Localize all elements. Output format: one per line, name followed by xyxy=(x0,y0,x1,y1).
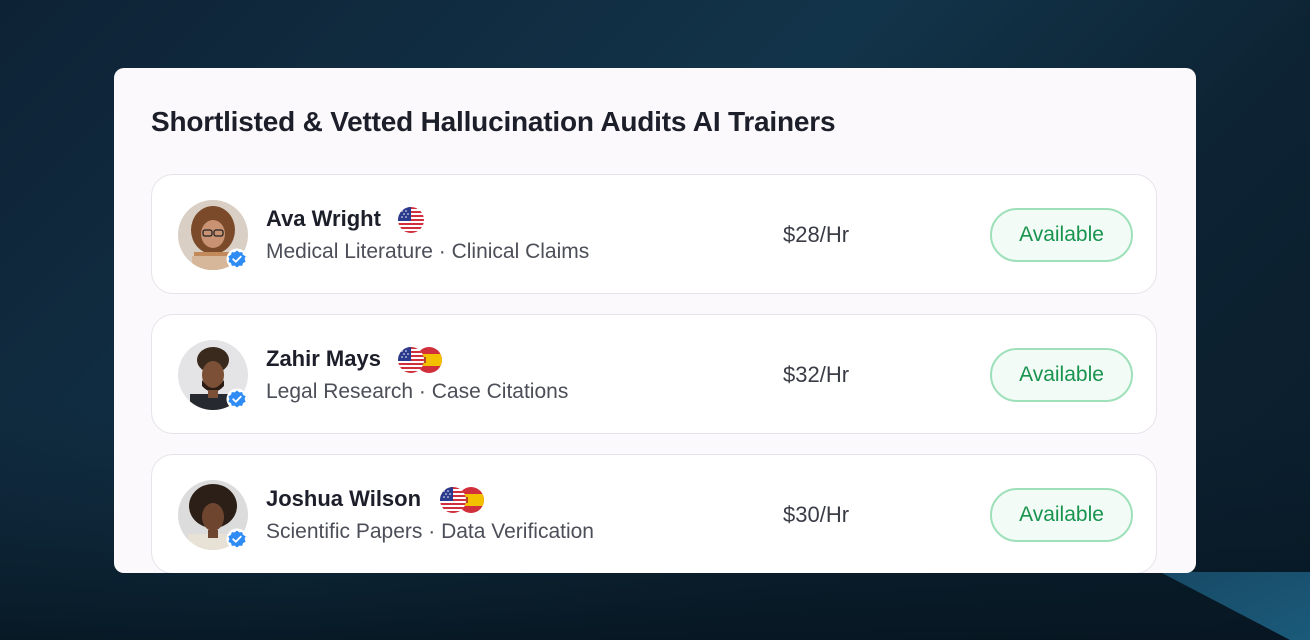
verified-badge-icon xyxy=(226,388,248,410)
us-flag-icon xyxy=(398,347,424,373)
trainer-name[interactable]: Zahir Mays xyxy=(266,346,381,372)
trainer-skills: Medical Literature · Clinical Claims xyxy=(266,240,590,263)
availability-badge[interactable]: Available xyxy=(990,488,1133,542)
hourly-rate: $32/Hr xyxy=(783,362,850,387)
availability-badge[interactable]: Available xyxy=(990,348,1133,402)
availability-badge[interactable]: Available xyxy=(990,208,1133,262)
page-title: Shortlisted & Vetted Hallucination Audit… xyxy=(151,106,836,137)
verified-badge-icon xyxy=(226,528,248,550)
verified-badge-icon xyxy=(226,248,248,270)
trainer-skills: Scientific Papers · Data Verification xyxy=(266,520,594,543)
us-flag-icon xyxy=(398,207,424,233)
hourly-rate: $28/Hr xyxy=(783,222,850,247)
trainer-name[interactable]: Joshua Wilson xyxy=(266,486,421,512)
hourly-rate: $30/Hr xyxy=(783,502,850,527)
trainer-row[interactable]: Ava Wright Medical Literature · Clinical… xyxy=(151,174,1157,294)
trainer-row[interactable]: Joshua Wilson Scientific Papers · Data V… xyxy=(151,454,1157,573)
avatar[interactable] xyxy=(178,200,248,270)
avatar[interactable] xyxy=(178,340,248,410)
avatar[interactable] xyxy=(178,480,248,550)
trainers-card: Shortlisted & Vetted Hallucination Audit… xyxy=(114,68,1196,573)
trainer-skills: Legal Research · Case Citations xyxy=(266,380,569,403)
us-flag-icon xyxy=(440,487,466,513)
trainer-row[interactable]: Zahir Mays Legal Research · Case Citatio… xyxy=(151,314,1157,434)
trainer-name[interactable]: Ava Wright xyxy=(266,206,381,232)
